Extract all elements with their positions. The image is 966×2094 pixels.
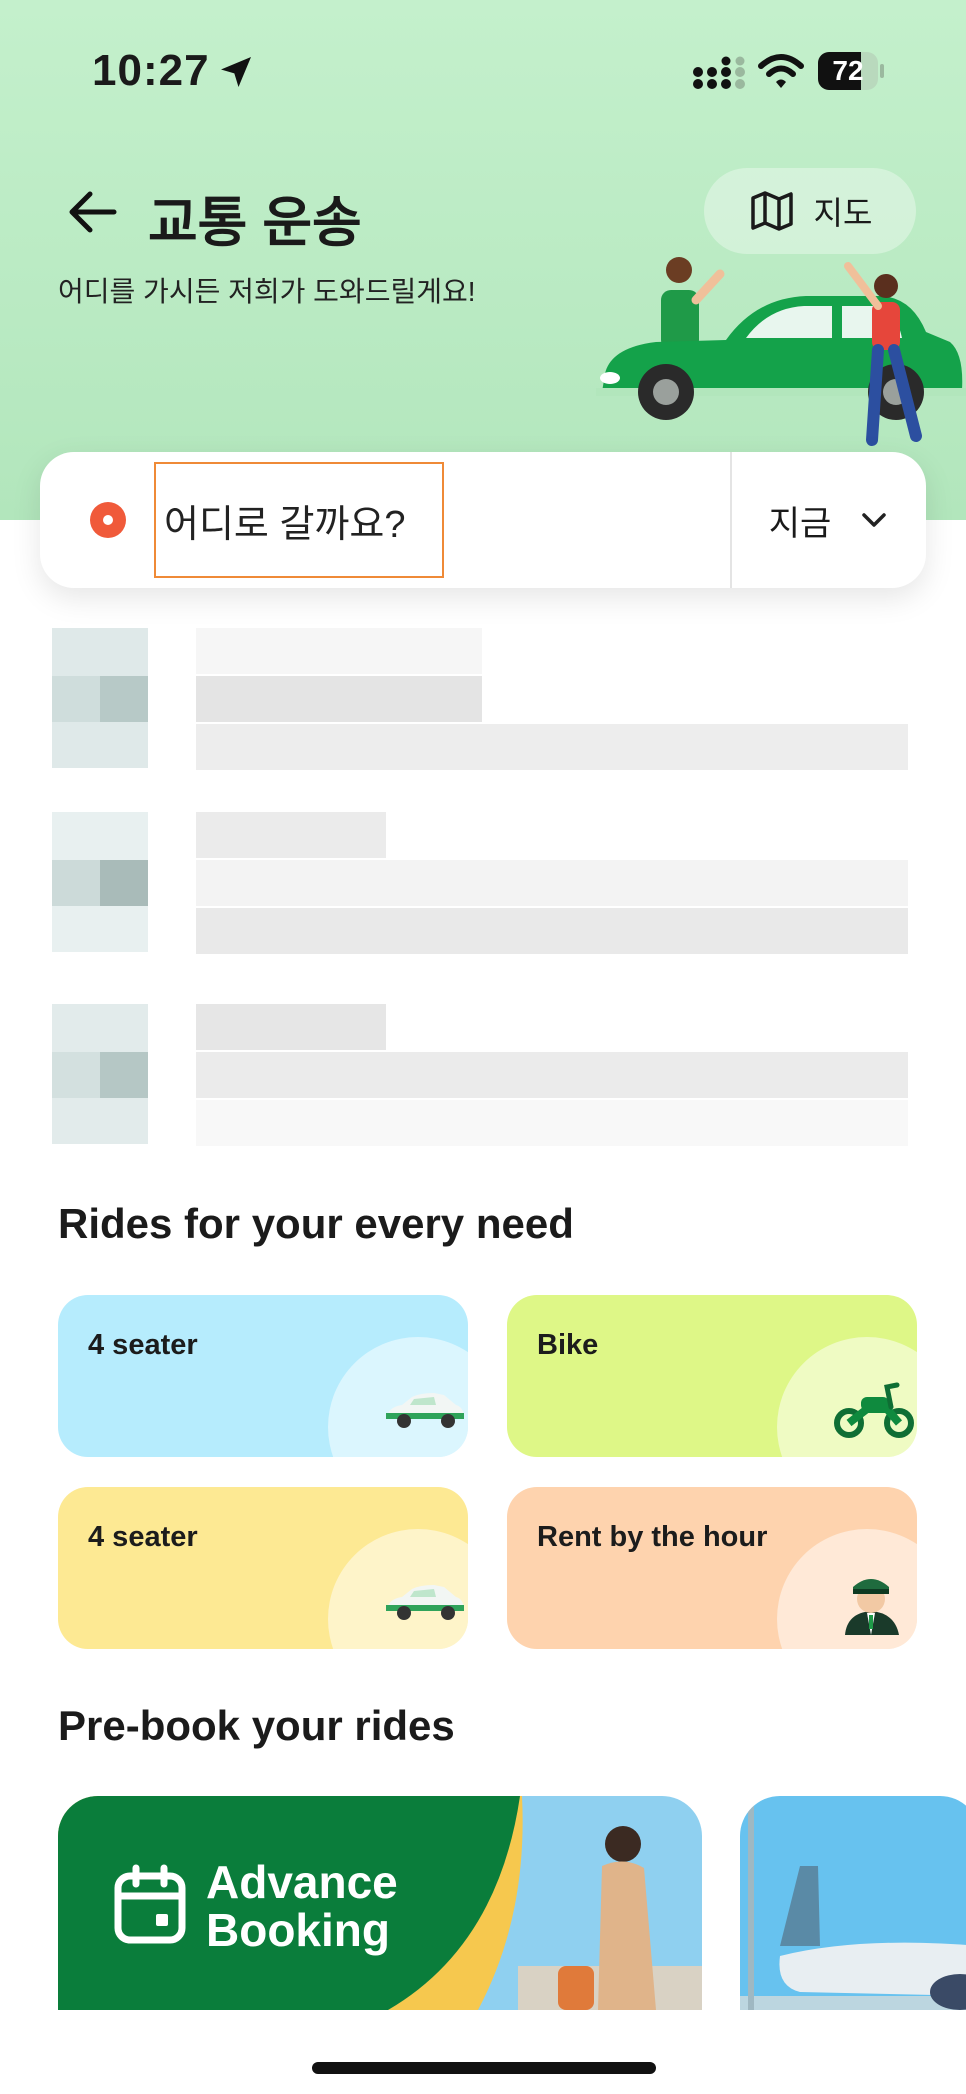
recent-location-redacted[interactable] <box>52 1004 912 1154</box>
status-bar: 10:27 72 <box>0 0 966 140</box>
ride-option-rent-by-hour[interactable]: Rent by the hour <box>507 1487 917 1649</box>
advance-booking-title: Advance Booking <box>206 1858 398 1954</box>
ride-option-label: 4 seater <box>88 1521 198 1553</box>
chevron-down-icon <box>862 513 887 527</box>
car-icon <box>386 1393 464 1428</box>
ride-time-dropdown[interactable]: 지금 <box>732 452 926 588</box>
battery-percent: 72 <box>832 55 864 86</box>
page-subtitle: 어디를 가시든 저희가 도와드릴게요! <box>58 276 476 307</box>
banner-line-1: Advance <box>206 1856 398 1908</box>
prebook-section-title: Pre-book your rides <box>58 1702 455 1749</box>
rides-section-title: Rides for your every need <box>58 1200 574 1247</box>
map-icon <box>750 191 793 231</box>
recent-location-redacted[interactable] <box>52 812 912 962</box>
location-arrow-icon <box>221 57 251 87</box>
driver-icon <box>845 1579 899 1635</box>
ride-option-label: Rent by the hour <box>537 1521 768 1553</box>
ride-option-4-seater[interactable]: 4 seater <box>58 1295 468 1457</box>
destination-input[interactable]: 어디로 갈까요? <box>154 462 444 578</box>
car-icon <box>386 1585 464 1620</box>
page-title: 교통 운송 <box>148 193 362 253</box>
back-arrow-icon[interactable] <box>62 182 122 242</box>
wifi-icon <box>758 54 804 88</box>
recent-location-redacted[interactable] <box>52 628 912 778</box>
calendar-icon <box>114 1864 186 1944</box>
airport-booking-banner[interactable] <box>740 1796 966 2010</box>
advance-booking-banner[interactable]: Advance Booking <box>58 1796 702 2010</box>
home-indicator <box>312 2062 656 2074</box>
location-pin-icon <box>90 502 126 538</box>
ride-option-4-seater[interactable]: 4 seater <box>58 1487 468 1649</box>
car-illustration <box>596 257 966 446</box>
ride-option-label: 4 seater <box>88 1329 198 1361</box>
ride-time-value: 지금 <box>768 504 832 543</box>
airplane-illustration <box>740 1796 966 2010</box>
cellular-signal-icon <box>693 56 745 89</box>
ride-option-label: Bike <box>537 1329 599 1361</box>
battery-icon: 72 <box>818 52 884 90</box>
ride-option-bike[interactable]: Bike <box>507 1295 917 1457</box>
map-button-label: 지도 <box>813 195 873 231</box>
scooter-icon <box>834 1382 914 1438</box>
destination-search-card: 어디로 갈까요? 지금 <box>40 452 926 588</box>
banner-line-2: Booking <box>206 1904 390 1956</box>
map-button[interactable]: 지도 <box>704 168 916 254</box>
status-time: 10:27 <box>92 46 210 95</box>
